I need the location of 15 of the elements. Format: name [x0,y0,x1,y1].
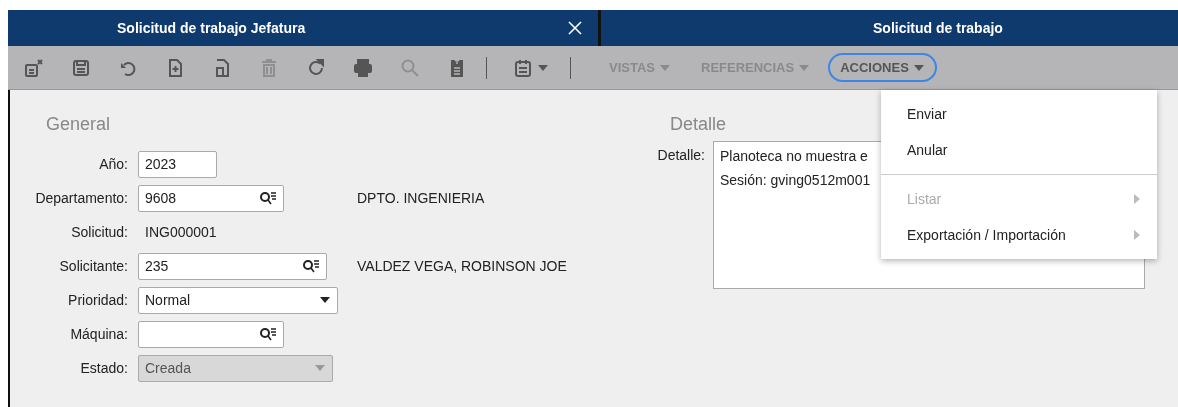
text-line: Sesión: gving0512m001 [720,172,871,188]
field-label: Año: [98,156,128,172]
field-description: DPTO. INGENIERIA [357,190,485,206]
field-label: Máquina: [69,326,128,342]
field-value: ING000001 [144,224,217,240]
section-title: Detalle [670,114,728,135]
field-label: Departamento: [34,190,128,206]
text-line: Planoteca no muestra e [720,148,868,164]
field-label: Solicitante: [58,258,128,274]
field-label: Solicitud: [70,224,128,240]
field-label: Estado: [79,360,128,376]
field-label: Prioridad: [67,292,128,308]
field-label: Detalle: [656,147,705,165]
field-description: VALDEZ VEGA, ROBINSON JOE [357,258,567,274]
section-title: General [46,114,112,135]
